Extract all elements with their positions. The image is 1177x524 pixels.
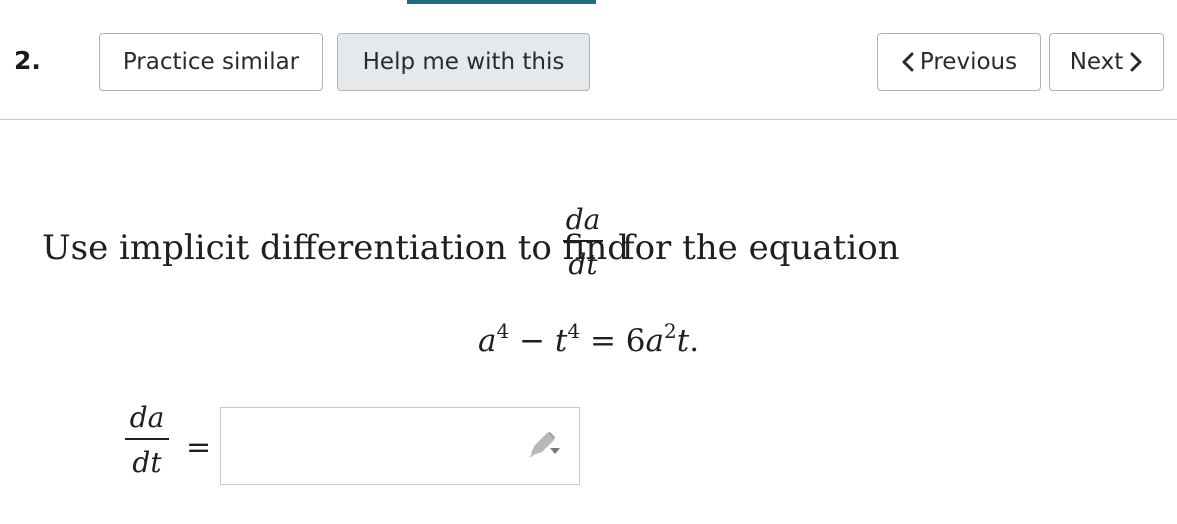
equation-exp-a: 4 (496, 319, 510, 343)
derivative-fraction: da dt (563, 206, 603, 279)
header-divider (0, 119, 1177, 120)
practice-similar-button[interactable]: Practice similar (99, 33, 323, 91)
problem-prompt-start: Use implicit differentiation to find (42, 228, 630, 268)
next-button[interactable]: Next (1049, 33, 1164, 91)
equation-minus: − (509, 323, 555, 359)
equation: a4 − t4 = 6a2t. (478, 321, 700, 359)
equation-period: . (689, 323, 700, 359)
equation-var-a2: a (645, 323, 665, 359)
answer-label-fraction: da dt (125, 404, 169, 477)
equation-var-a: a (478, 323, 497, 359)
help-me-with-this-button[interactable]: Help me with this (337, 33, 590, 91)
previous-button[interactable]: Previous (877, 33, 1041, 91)
problem-prompt-end: for the equation (622, 228, 900, 268)
derivative-numerator: da (565, 203, 601, 236)
chevron-left-icon (901, 52, 915, 72)
equation-exp-t: 4 (567, 319, 581, 343)
chevron-right-icon (1129, 52, 1143, 72)
answer-label-numerator: da (129, 401, 165, 434)
pencil-edit-icon[interactable] (527, 432, 561, 464)
answer-label-denominator: dt (132, 446, 162, 479)
equation-var-t: t (554, 323, 568, 359)
equation-coef: 6 (625, 323, 646, 359)
answer-input[interactable] (220, 407, 580, 485)
next-label: Next (1069, 49, 1124, 75)
equation-var-t2: t (676, 323, 690, 359)
derivative-denominator: dt (568, 248, 598, 281)
fraction-bar (563, 240, 603, 242)
previous-label: Previous (919, 49, 1018, 75)
active-tab-indicator (407, 0, 596, 4)
fraction-bar (125, 438, 169, 440)
equation-exp-a2: 2 (664, 319, 677, 343)
answer-equals-sign: = (186, 430, 212, 465)
equation-equals: = (580, 323, 626, 359)
question-number: 2. (14, 46, 41, 75)
